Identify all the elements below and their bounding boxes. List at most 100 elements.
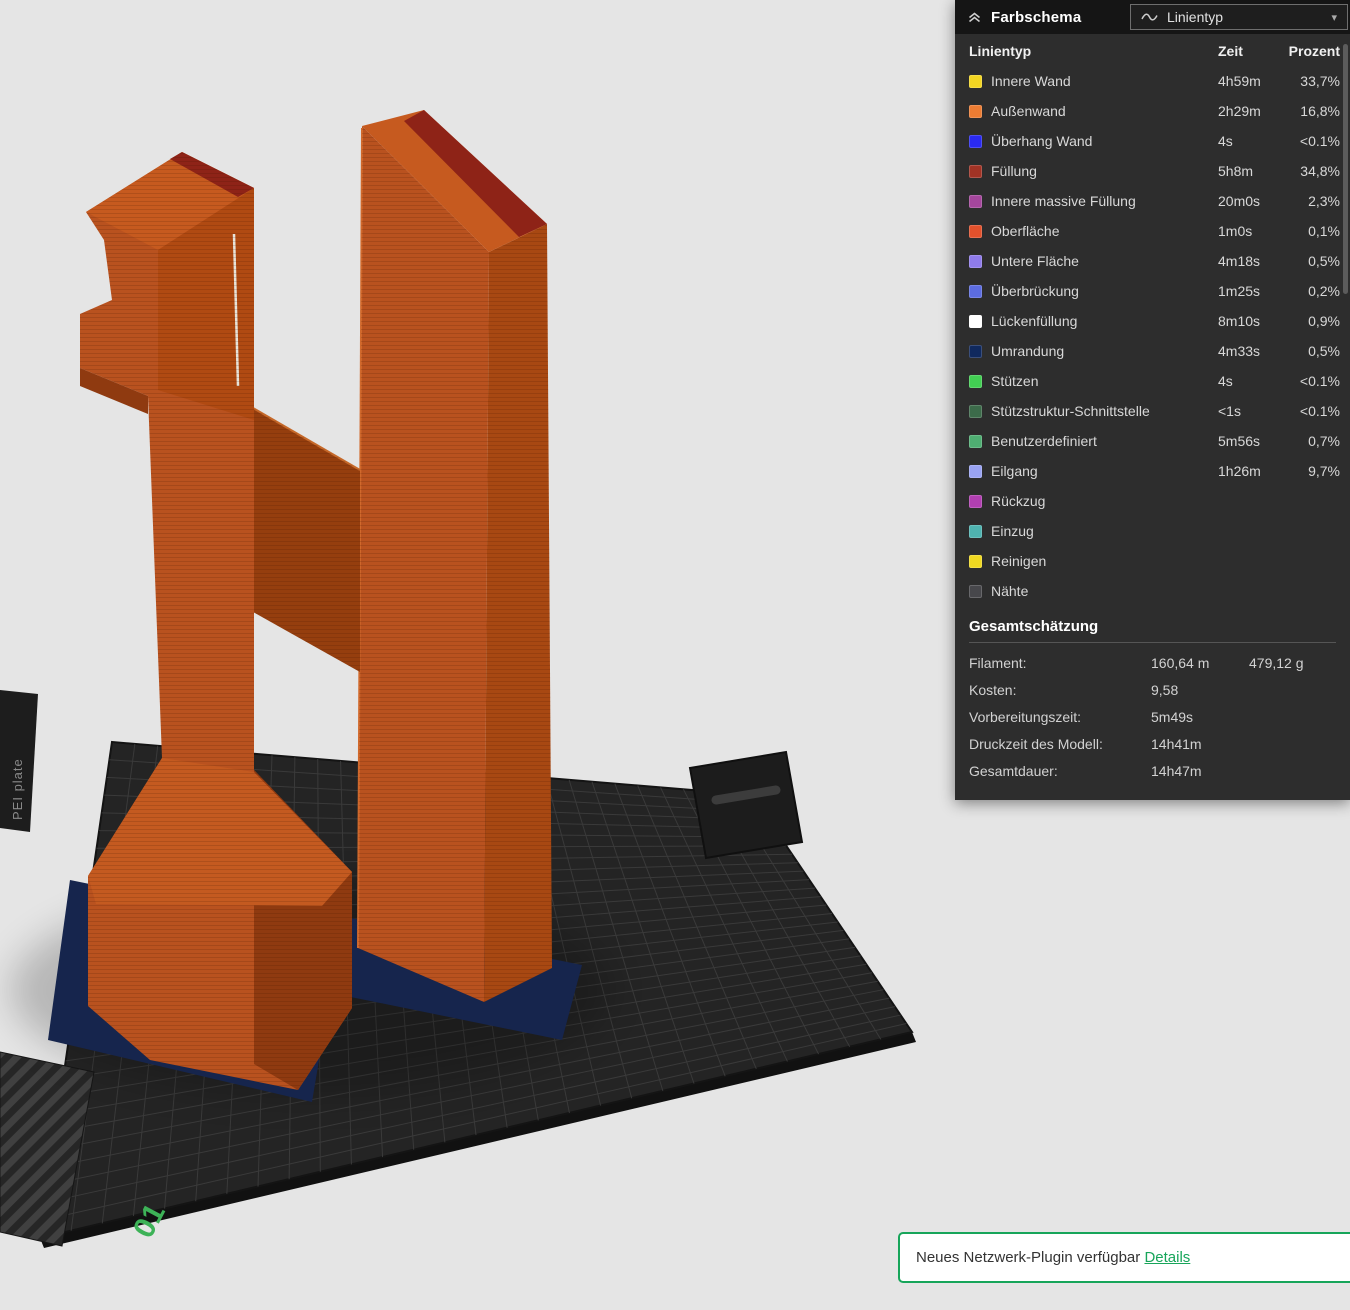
linetype-color-swatch (969, 524, 982, 538)
legend-row[interactable]: Stützstruktur-Schnittstelle <1s <0.1% (969, 396, 1340, 426)
sliced-model[interactable] (10, 110, 610, 1102)
linetype-time: 5m56s (1218, 433, 1261, 449)
linetype-color-swatch (969, 374, 982, 388)
legend-row[interactable]: Überbrückung 1m25s 0,2% (969, 276, 1340, 306)
summary-section: Gesamtschätzung Filament: 160,64 m 479,1… (955, 606, 1350, 800)
linetype-time: 1h26m (1218, 463, 1261, 479)
linetype-color-swatch (969, 284, 982, 298)
column-linetype: Linientyp (969, 43, 1032, 59)
linetype-time: 4m33s (1218, 343, 1261, 359)
column-percent: Prozent (1288, 43, 1340, 59)
linetype-color-swatch (969, 254, 982, 268)
linetype-time: 4h59m (1218, 73, 1261, 89)
legend-row[interactable]: Überhang Wand 4s <0.1% (969, 126, 1340, 156)
linetype-percent: 0,9% (1308, 313, 1340, 329)
legend-row[interactable]: Benutzerdefiniert 5m56s 0,7% (969, 426, 1340, 456)
network-plugin-notification: Neues Netzwerk-Plugin verfügbar Details (898, 1232, 1350, 1283)
linetype-time: 4s (1218, 133, 1233, 149)
linetype-label: Eilgang (991, 463, 1038, 479)
linetype-color-swatch (969, 224, 982, 238)
collapse-panel-icon[interactable] (967, 10, 982, 24)
model-web (252, 407, 361, 672)
linetype-percent: 0,1% (1308, 223, 1340, 239)
summary-row: Filament: 160,64 m 479,12 g (969, 649, 1336, 676)
linetype-time: 2h29m (1218, 103, 1261, 119)
linetype-label: Überhang Wand (991, 133, 1093, 149)
linetype-label: Einzug (991, 523, 1034, 539)
linetype-label: Untere Fläche (991, 253, 1079, 269)
linetype-time: 4s (1218, 373, 1233, 389)
model-right-tower (357, 110, 552, 1002)
panel-header: Farbschema Linientyp ▾ (955, 0, 1350, 34)
legend-row[interactable]: Eilgang 1h26m 9,7% (969, 456, 1340, 486)
legend-row[interactable]: Lückenfüllung 8m10s 0,9% (969, 306, 1340, 336)
linetype-label: Überbrückung (991, 283, 1079, 299)
view-mode-dropdown[interactable]: Linientyp ▾ (1130, 4, 1348, 30)
linetype-label: Füllung (991, 163, 1037, 179)
summary-row: Druckzeit des Modell: 14h41m (969, 730, 1336, 757)
legend-row[interactable]: Füllung 5h8m 34,8% (969, 156, 1340, 186)
linetype-color-swatch (969, 104, 982, 118)
linetype-percent: 16,8% (1300, 103, 1340, 119)
notification-details-link[interactable]: Details (1144, 1249, 1190, 1266)
notification-text: Neues Netzwerk-Plugin verfügbar (916, 1249, 1141, 1266)
summary-row: Vorbereitungszeit: 5m49s (969, 703, 1336, 730)
linetype-percent: 33,7% (1300, 73, 1340, 89)
linetype-color-swatch (969, 134, 982, 148)
summary-value: 14h47m (1151, 762, 1202, 779)
linetype-percent: 2,3% (1308, 193, 1340, 209)
legend-row[interactable]: Untere Fläche 4m18s 0,5% (969, 246, 1340, 276)
linetype-percent: <0.1% (1299, 373, 1340, 389)
linetype-label: Innere massive Füllung (991, 193, 1136, 209)
legend: Linientyp Zeit Prozent Innere Wand 4h59m… (955, 34, 1350, 606)
summary-label: Kosten: (969, 681, 1017, 698)
summary-label: Vorbereitungszeit: (969, 708, 1082, 725)
legend-row[interactable]: Innere massive Füllung 20m0s 2,3% (969, 186, 1340, 216)
linetype-time: <1s (1218, 403, 1241, 419)
summary-row: Gesamtdauer: 14h47m (969, 757, 1336, 784)
color-scheme-panel: Farbschema Linientyp ▾ Linientyp Zeit Pr… (955, 0, 1350, 800)
linetype-color-swatch (969, 584, 982, 598)
linetype-label: Umrandung (991, 343, 1065, 359)
dropdown-value: Linientyp (1167, 9, 1224, 25)
linetype-color-swatch (969, 344, 982, 358)
summary-label: Druckzeit des Modell: (969, 735, 1103, 752)
linetype-percent: 9,7% (1308, 463, 1340, 479)
linetype-percent: 0,7% (1308, 433, 1340, 449)
linetype-time: 8m10s (1218, 313, 1261, 329)
plate-label: PEI plate (10, 758, 25, 820)
linetype-color-swatch (969, 554, 982, 568)
legend-header-row: Linientyp Zeit Prozent (969, 36, 1340, 66)
summary-value: 14h41m (1151, 735, 1202, 752)
legend-row[interactable]: Oberfläche 1m0s 0,1% (969, 216, 1340, 246)
legend-row[interactable]: Umrandung 4m33s 0,5% (969, 336, 1340, 366)
linetype-time: 20m0s (1218, 193, 1261, 209)
linetype-label: Lückenfüllung (991, 313, 1078, 329)
linetype-wave-icon (1141, 9, 1158, 25)
summary-divider (969, 642, 1336, 643)
linetype-label: Rückzug (991, 493, 1046, 509)
legend-row[interactable]: Reinigen (969, 546, 1340, 576)
panel-title: Farbschema (991, 8, 1082, 26)
legend-row[interactable]: Rückzug (969, 486, 1340, 516)
summary-value: 5m49s (1151, 708, 1194, 725)
legend-rows: Innere Wand 4h59m 33,7% Außenwand 2h29m … (969, 66, 1340, 606)
summary-label: Filament: (969, 654, 1027, 671)
column-time: Zeit (1218, 43, 1243, 59)
linetype-color-swatch (969, 404, 982, 418)
legend-row[interactable]: Innere Wand 4h59m 33,7% (969, 66, 1340, 96)
linetype-percent: <0.1% (1299, 403, 1340, 419)
linetype-label: Nähte (991, 583, 1029, 599)
legend-row[interactable]: Nähte (969, 576, 1340, 606)
linetype-color-swatch (969, 194, 982, 208)
linetype-label: Reinigen (991, 553, 1047, 569)
legend-row[interactable]: Stützen 4s <0.1% (969, 366, 1340, 396)
legend-row[interactable]: Einzug (969, 516, 1340, 546)
summary-value2: 479,12 g (1249, 654, 1304, 671)
linetype-percent: 34,8% (1300, 163, 1340, 179)
linetype-percent: 0,2% (1308, 283, 1340, 299)
linetype-time: 4m18s (1218, 253, 1261, 269)
legend-row[interactable]: Außenwand 2h29m 16,8% (969, 96, 1340, 126)
panel-scrollbar[interactable] (1343, 44, 1348, 294)
linetype-time: 1m25s (1218, 283, 1261, 299)
